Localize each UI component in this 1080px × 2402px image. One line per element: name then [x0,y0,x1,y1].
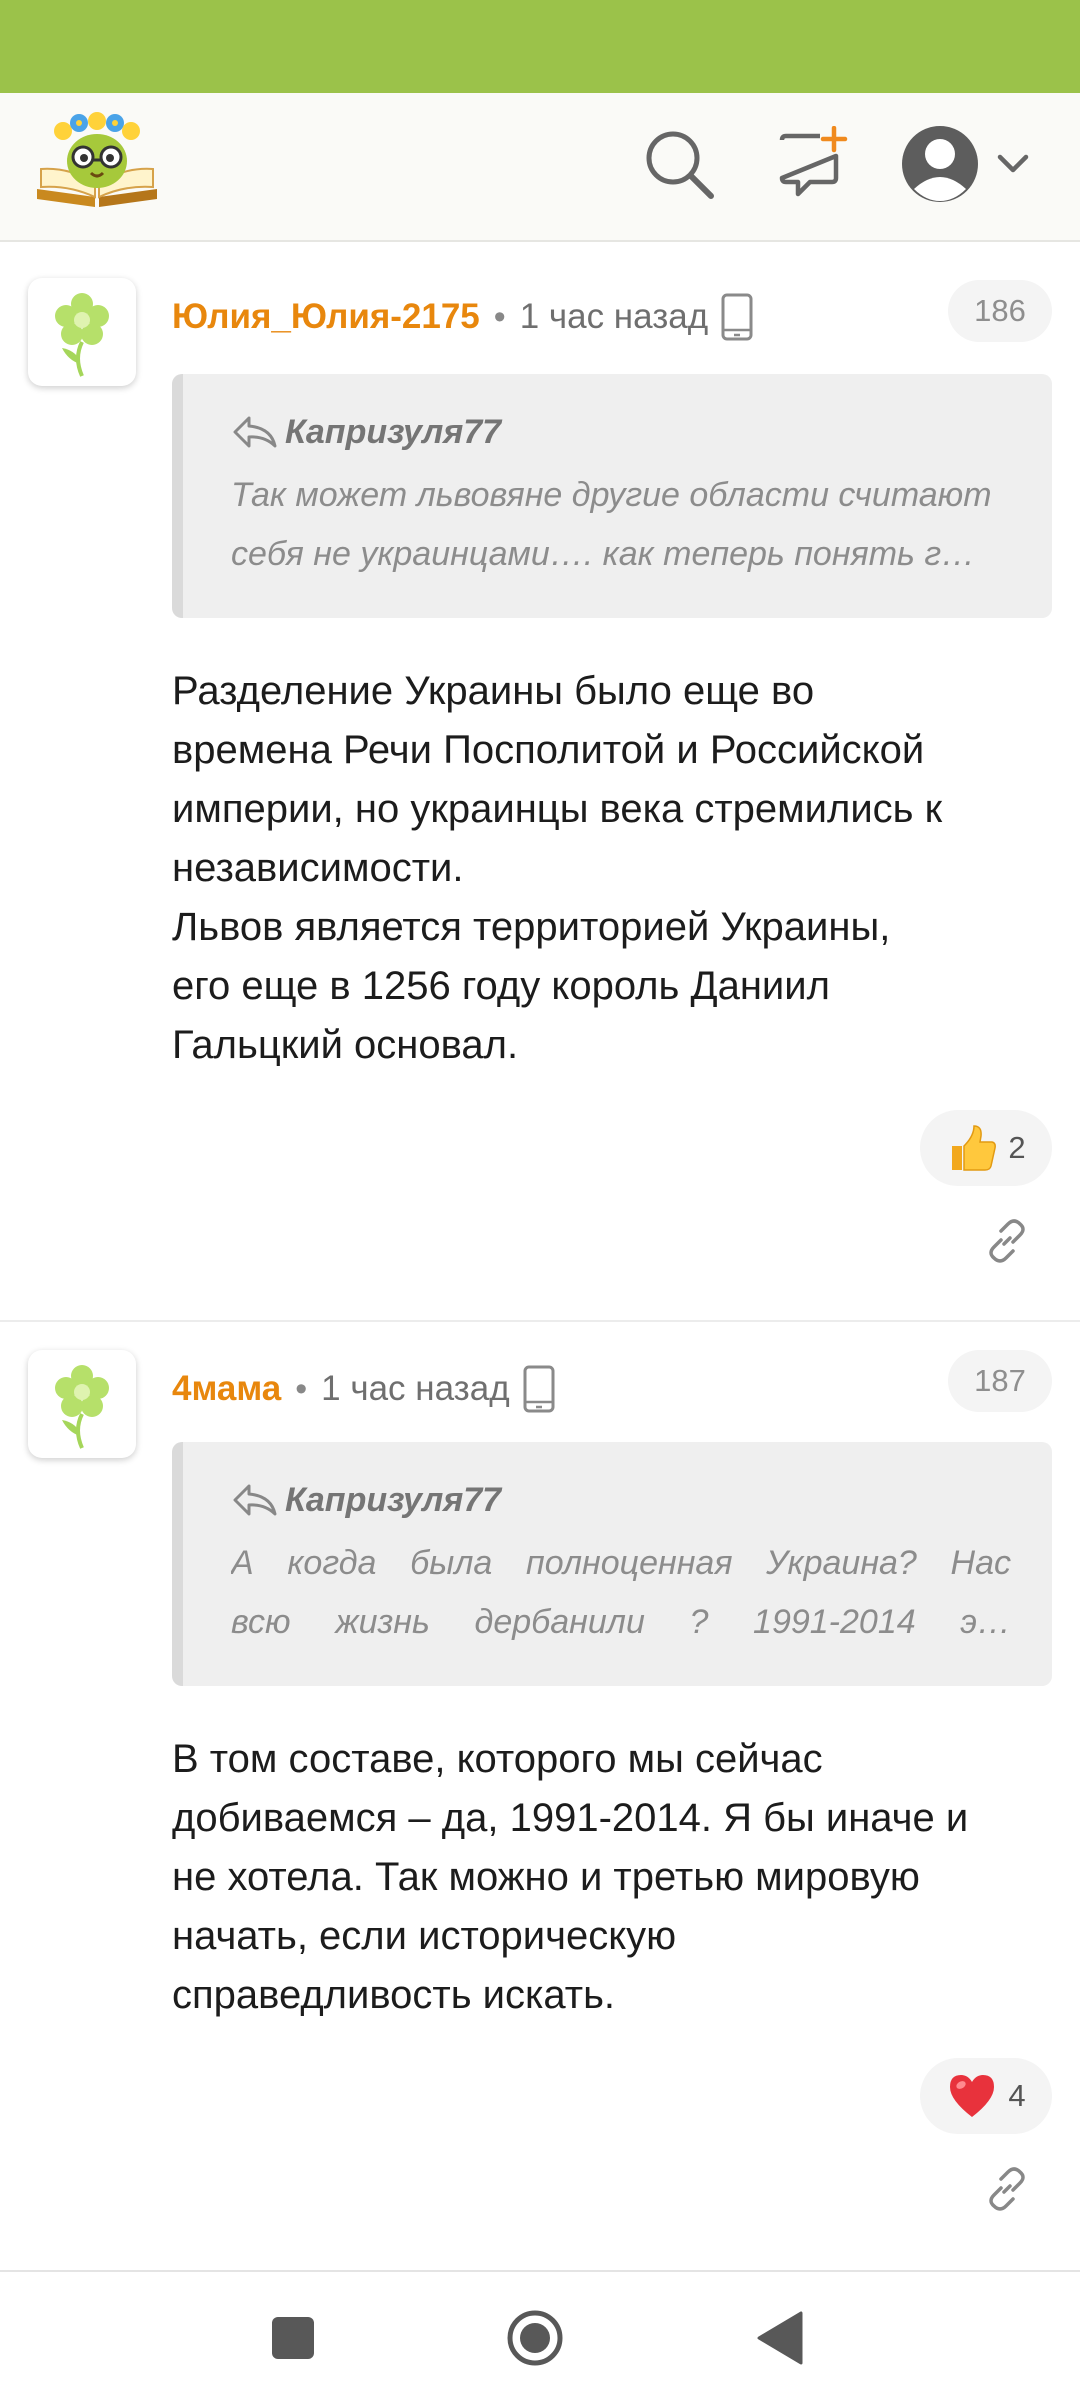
link-icon[interactable] [984,1218,1030,1264]
user-avatar[interactable] [28,278,136,386]
status-bar [0,0,1080,93]
reaction-button[interactable]: 4 [920,2058,1052,2134]
back-button[interactable] [755,2310,805,2366]
comment-author[interactable]: Юлия_Юлия-2175 [172,297,480,337]
search-icon[interactable] [643,128,715,200]
reaction-button[interactable]: 2 [920,1110,1052,1186]
quote-line: всю жизнь дербанили ? 1991-2014 э… [231,1603,1011,1641]
quote-author: Капризуля77 [285,1480,502,1519]
book-owl-logo[interactable] [33,109,161,209]
body-line: добиваемся – да, 1991-2014. Я бы иначе и [172,1796,969,1840]
reply-arrow-icon [233,1484,277,1516]
chat-plus-icon[interactable] [776,126,848,198]
body-line: независимости. [172,846,464,890]
chevron-down-icon [997,154,1029,173]
mobile-phone-icon [523,1365,555,1413]
reaction-count: 4 [1008,2078,1026,2113]
body-line: справедливость искать. [172,1973,616,2017]
quote-line: Так может львовяне другие области считаю… [231,476,992,514]
quote-author: Капризуля77 [285,412,502,451]
comment: 4мама • 1 час назад 187 Капризуля77 А ко… [0,1320,1080,2270]
reaction-count: 2 [1008,1130,1026,1165]
quote-text: А когда была полноценная Украина? Нас вс… [231,1534,1011,1652]
body-line: Разделение Украины было еще во [172,669,815,713]
body-line: Львов является территорией Украины, [172,905,891,949]
quoted-reply[interactable]: Капризуля77 Так может львовяне другие об… [172,374,1052,618]
body-line: начать, если историческую [172,1914,677,1958]
reply-arrow-icon [233,416,277,448]
comment-number-badge[interactable]: 186 [948,280,1052,342]
thumbs-up-icon [952,1125,997,1171]
user-avatar[interactable] [28,1350,136,1458]
heart-icon [950,2075,995,2117]
body-line: не хотела. Так можно и третью мировую [172,1855,920,1899]
quoted-reply[interactable]: Капризуля77 А когда была полноценная Укр… [172,1442,1052,1686]
comment-body: В том составе, которого мы сейчас добива… [172,1730,1052,2025]
meta-separator: • [493,297,506,336]
system-nav-bar [0,2270,1080,2402]
body-line: империи, но украинцы века стремились к [172,787,943,831]
flower-icon [55,293,109,377]
flower-icon [55,1365,109,1449]
quote-text: Так может львовяне другие области считаю… [231,466,1011,584]
meta-separator: • [295,1369,308,1408]
body-line: времена Речи Посполитой и Российской [172,728,925,772]
quote-line: А когда была полноценная Украина? Нас [231,1544,1011,1582]
app-header [0,93,1080,242]
body-line: В том составе, которого мы сейчас [172,1737,823,1781]
comment-body: Разделение Украины было еще во времена Р… [172,662,1052,1075]
comment: Юлия_Юлия-2175 • 1 час назад 186 Капризу… [0,242,1080,1322]
comment-time: 1 час назад [519,297,709,336]
link-icon[interactable] [984,2166,1030,2212]
quote-line: себя не украинцами…. как теперь понять г… [231,535,976,573]
comment-author[interactable]: 4мама [172,1369,281,1409]
comment-time: 1 час назад [321,1369,510,1408]
body-line: Гальцкий основал. [172,1023,519,1067]
user-avatar-icon[interactable] [900,121,1040,207]
comment-number-badge[interactable]: 187 [948,1350,1052,1412]
home-button[interactable] [506,2309,564,2367]
recents-button[interactable] [270,2315,316,2361]
body-line: его еще в 1256 году король Даниил [172,964,830,1008]
mobile-phone-icon [721,293,753,341]
